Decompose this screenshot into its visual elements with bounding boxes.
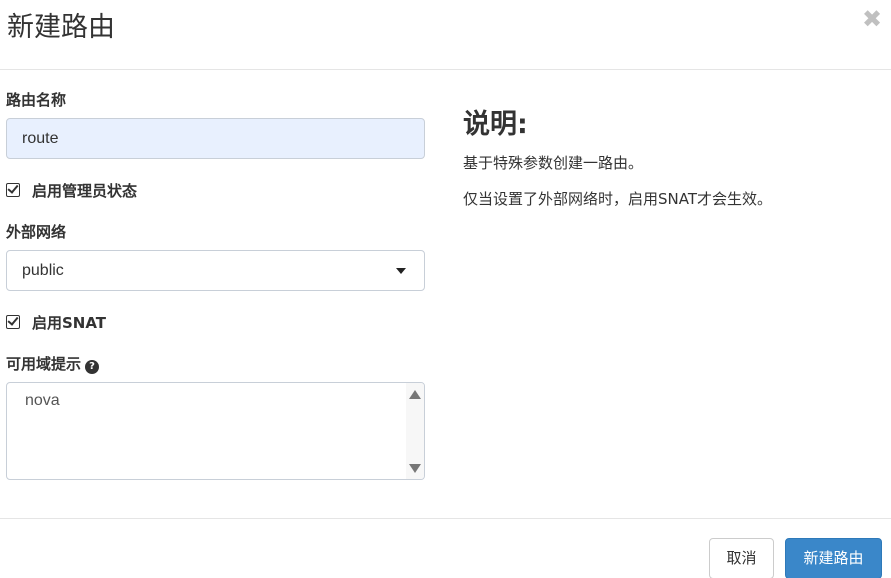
dialog-title: 新建路由 (7, 12, 115, 43)
scroll-up-arrow-icon[interactable] (409, 390, 421, 399)
description-panel: 说明: 基于特殊参数创建一路由。 仅当设置了外部网络时，启用SNAT才会生效。 (463, 107, 873, 209)
external-network-label: 外部网络 (6, 223, 67, 241)
availability-zone-label: 可用域提示 (6, 355, 82, 373)
modal-footer: 取消 新建路由 (0, 518, 891, 578)
admin-state-checkbox-icon[interactable] (6, 183, 20, 197)
snat-row[interactable]: 启用SNAT (6, 311, 106, 333)
close-icon[interactable]: ✖ (861, 7, 883, 31)
external-network-selected-value: public (22, 262, 64, 279)
cancel-button[interactable]: 取消 (709, 538, 774, 578)
admin-state-row[interactable]: 启用管理员状态 (6, 179, 137, 201)
router-name-input[interactable]: route (6, 118, 425, 159)
snat-label: 启用SNAT (32, 313, 107, 332)
create-router-button[interactable]: 新建路由 (785, 538, 882, 578)
admin-state-label: 启用管理员状态 (32, 181, 138, 200)
listbox-scrollbar[interactable] (406, 383, 424, 479)
availability-zone-option[interactable]: nova (25, 392, 60, 410)
question-circle-icon[interactable]: ? (85, 360, 100, 374)
availability-zone-listbox[interactable]: nova (6, 382, 425, 480)
snat-checkbox-icon[interactable] (6, 315, 20, 329)
availability-zone-label-row: 可用域提示? (6, 354, 100, 374)
modal-header: 新建路由 ✖ (0, 0, 891, 70)
caret-down-icon (396, 268, 406, 274)
external-network-select[interactable]: public (6, 250, 425, 291)
description-line-2: 仅当设置了外部网络时，启用SNAT才会生效。 (463, 190, 773, 208)
scroll-down-arrow-icon[interactable] (409, 464, 421, 473)
router-name-label: 路由名称 (6, 91, 67, 109)
description-line-1: 基于特殊参数创建一路由。 (463, 154, 644, 172)
description-title: 说明: (463, 109, 528, 140)
